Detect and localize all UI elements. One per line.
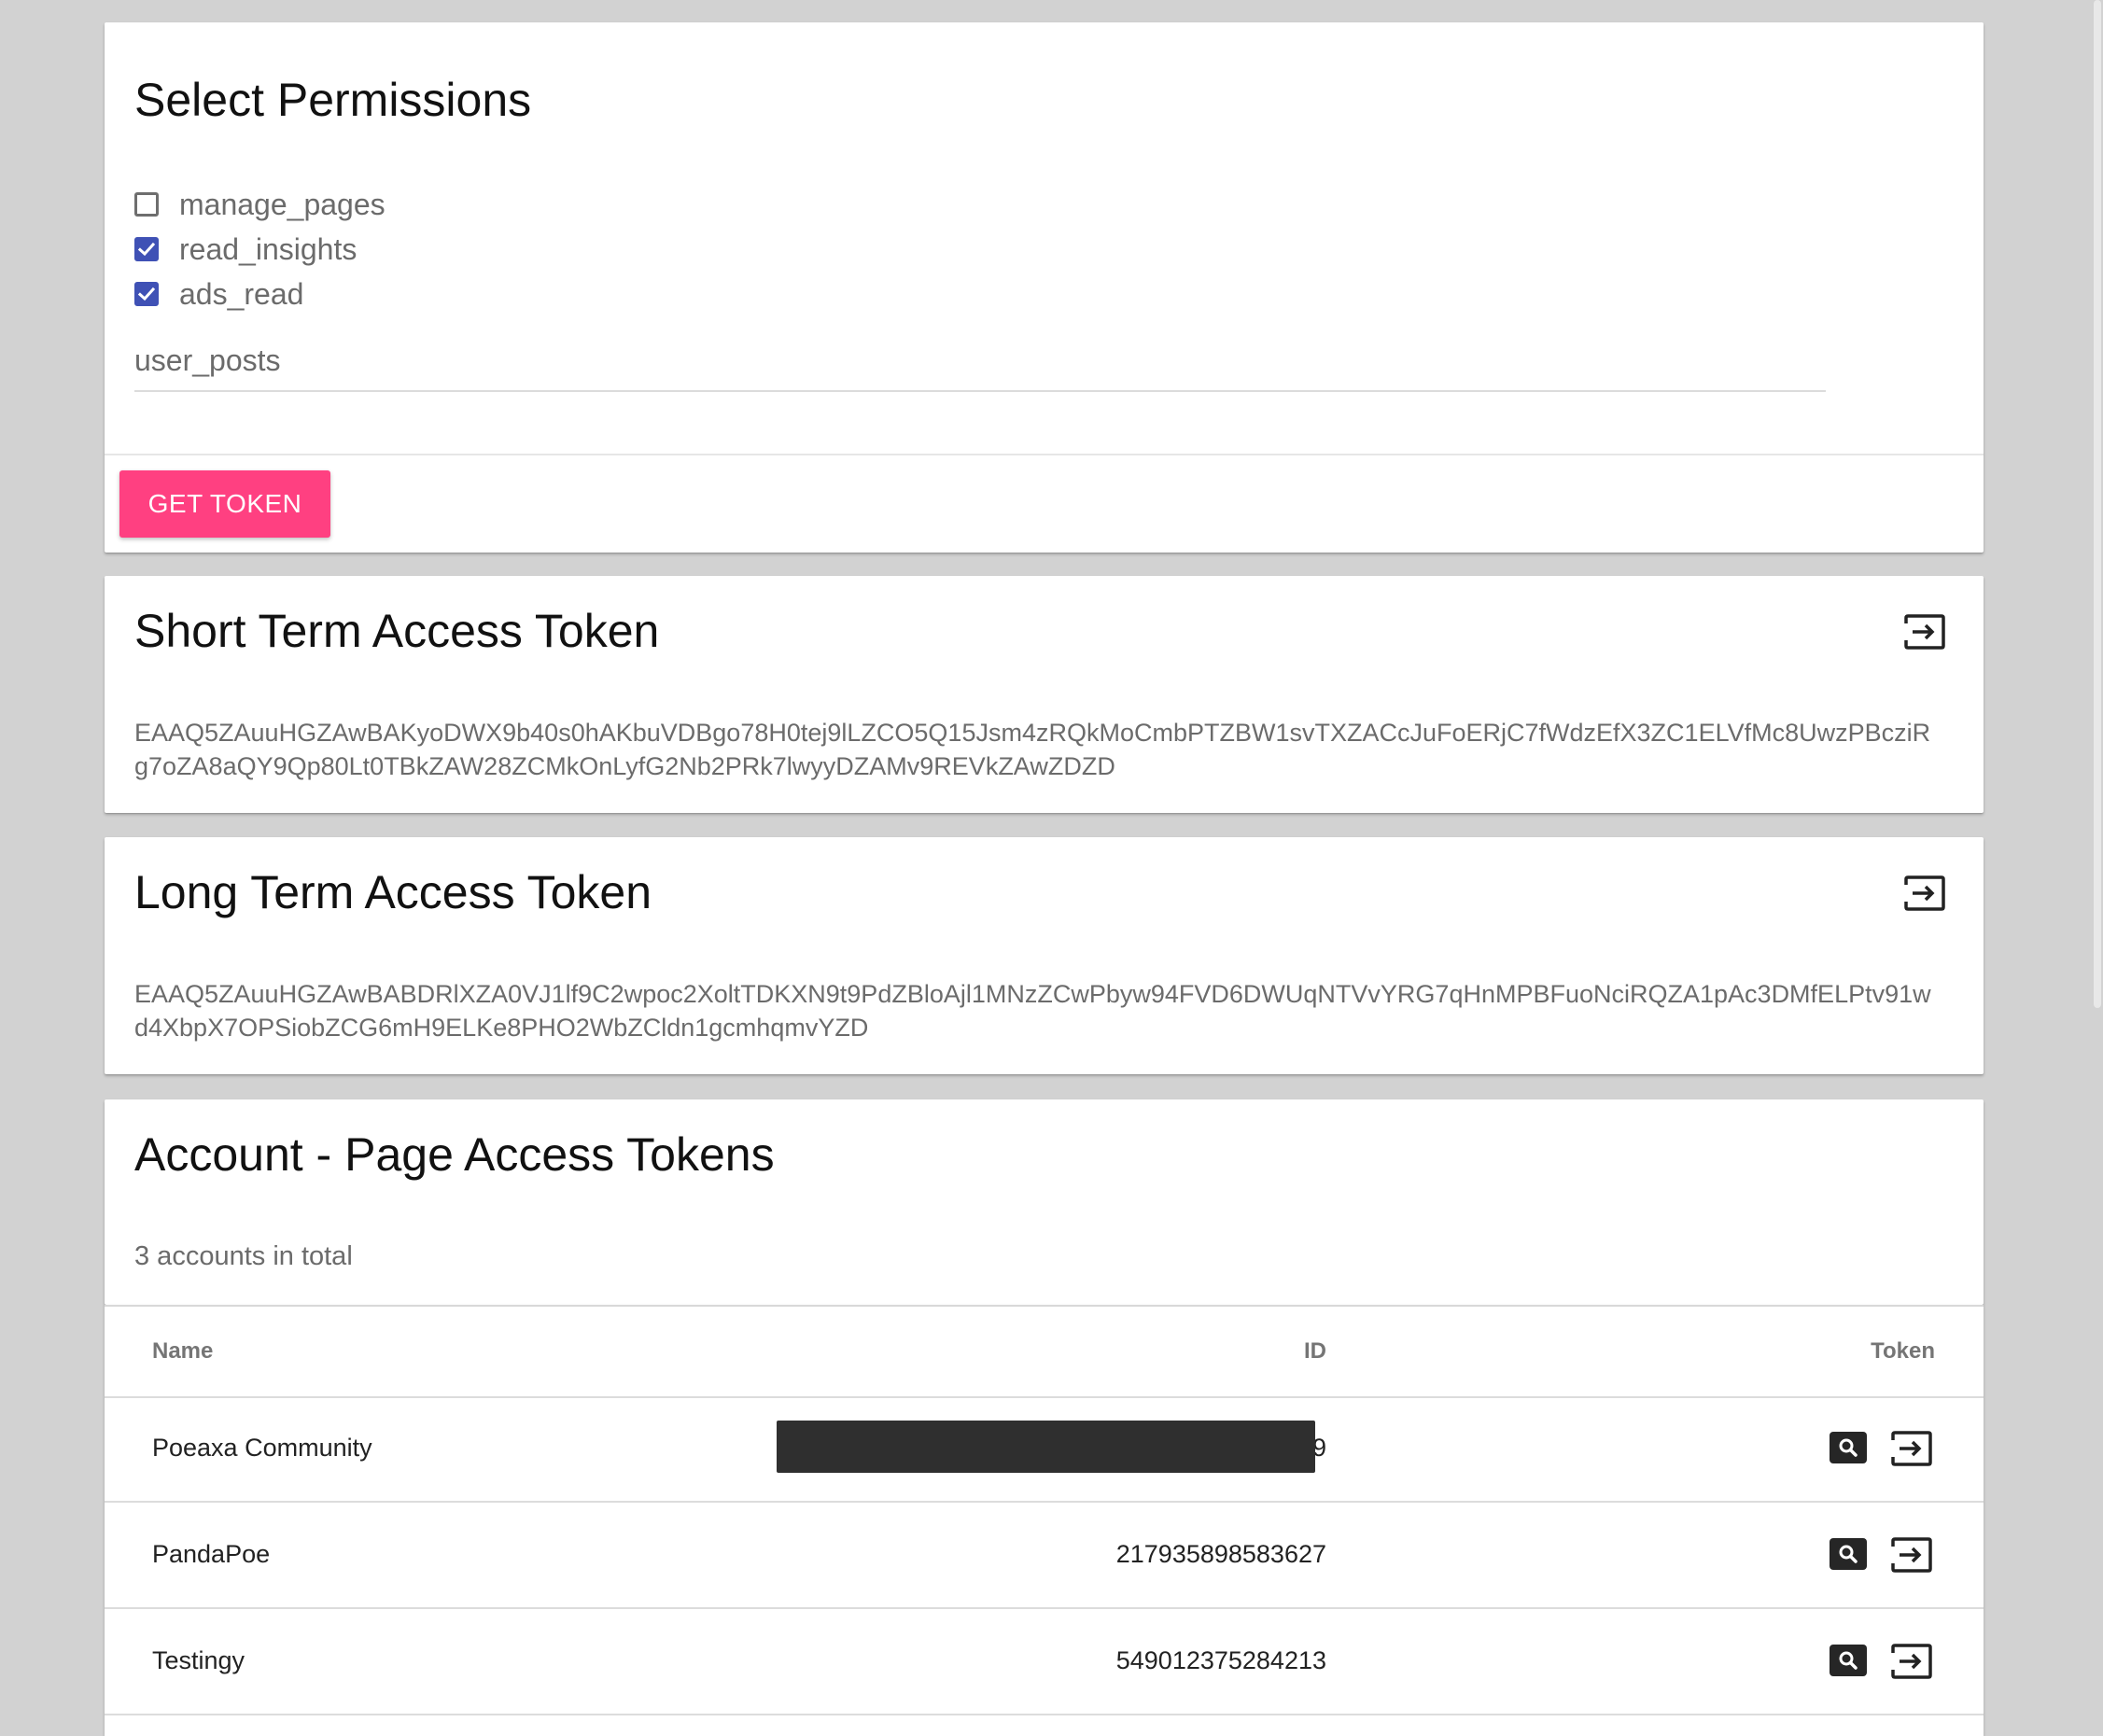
copy-to-clipboard-icon <box>1891 1644 1932 1679</box>
page-tokens-title: Account - Page Access Tokens <box>134 1128 775 1181</box>
copy-short-token-button[interactable] <box>1901 611 1948 652</box>
table-row: Poeaxa Community 9 <box>105 1396 1984 1503</box>
account-name: Testingy <box>152 1646 245 1674</box>
short-term-token-value: EAAQ5ZAuuHGZAwBAKyoDWX9b40s0hAKbuVDBgo78… <box>134 719 1931 780</box>
checkmark-icon <box>137 242 156 257</box>
copy-page-token-button[interactable] <box>1888 1428 1935 1469</box>
table-row: Testingy 549012375284213 <box>105 1609 1984 1715</box>
checkbox[interactable] <box>134 192 159 217</box>
long-term-token-title: Long Term Access Token <box>134 866 652 918</box>
long-term-token-value: EAAQ5ZAuuHGZAwBABDRlXZA0VJ1lf9C2wpoc2Xol… <box>134 980 1931 1042</box>
page-tokens-card: Account - Page Access Tokens 3 accounts … <box>105 1099 1984 1305</box>
table-header: Name ID Token <box>105 1307 1984 1398</box>
copy-page-token-button[interactable] <box>1888 1534 1935 1575</box>
permission-option-manage-pages[interactable]: manage_pages <box>134 186 386 223</box>
checkbox-checked[interactable] <box>134 237 159 261</box>
get-token-button[interactable]: GET TOKEN <box>119 470 330 538</box>
card-divider <box>105 454 1984 455</box>
copy-to-clipboard-icon <box>1904 614 1945 650</box>
copy-page-token-button[interactable] <box>1888 1641 1935 1682</box>
accounts-count: 3 accounts in total <box>134 1241 353 1271</box>
column-header-id: ID <box>1304 1338 1326 1364</box>
redaction-bar <box>777 1421 1315 1473</box>
view-token-button[interactable] <box>1830 1432 1867 1463</box>
view-token-button[interactable] <box>1830 1538 1867 1570</box>
magnifier-icon <box>1839 1545 1858 1563</box>
page-scrollbar[interactable] <box>2090 0 2103 1714</box>
column-header-name: Name <box>152 1338 214 1364</box>
checkbox-label: ads_read <box>179 276 304 311</box>
magnifier-icon <box>1839 1438 1858 1457</box>
permission-option-ads-read[interactable]: ads_read <box>134 275 303 313</box>
permission-option-read-insights[interactable]: read_insights <box>134 231 357 268</box>
long-term-token-card: Long Term Access Token EAAQ5ZAuuHGZAwBAB… <box>105 837 1984 1074</box>
checkbox-label: manage_pages <box>179 187 386 221</box>
copy-long-token-button[interactable] <box>1901 873 1948 914</box>
copy-to-clipboard-icon <box>1904 875 1945 911</box>
copy-to-clipboard-icon <box>1891 1431 1932 1466</box>
scrollbar-thumb[interactable] <box>2094 0 2101 1008</box>
column-header-token: Token <box>1871 1338 1935 1364</box>
account-name: Poeaxa Community <box>152 1434 372 1462</box>
extra-permissions-input[interactable] <box>134 330 1826 392</box>
checkbox-label: read_insights <box>179 231 358 266</box>
accounts-table: Name ID Token Poeaxa Community 9 PandaPo… <box>105 1305 1984 1736</box>
copy-to-clipboard-icon <box>1891 1537 1932 1573</box>
short-term-token-card: Short Term Access Token EAAQ5ZAuuHGZAwBA… <box>105 576 1984 813</box>
short-term-token-title: Short Term Access Token <box>134 605 660 657</box>
table-row: PandaPoe 217935898583627 <box>105 1503 1984 1609</box>
permissions-title: Select Permissions <box>134 74 532 126</box>
account-id: 549012375284213 <box>1115 1646 1326 1674</box>
checkmark-icon <box>137 287 156 301</box>
checkbox-checked[interactable] <box>134 282 159 306</box>
view-token-button[interactable] <box>1830 1645 1867 1676</box>
magnifier-icon <box>1839 1651 1858 1670</box>
account-id: 217935898583627 <box>1115 1540 1326 1568</box>
account-name: PandaPoe <box>152 1540 271 1568</box>
permissions-card: Select Permissions manage_pages read_ins… <box>105 22 1984 553</box>
